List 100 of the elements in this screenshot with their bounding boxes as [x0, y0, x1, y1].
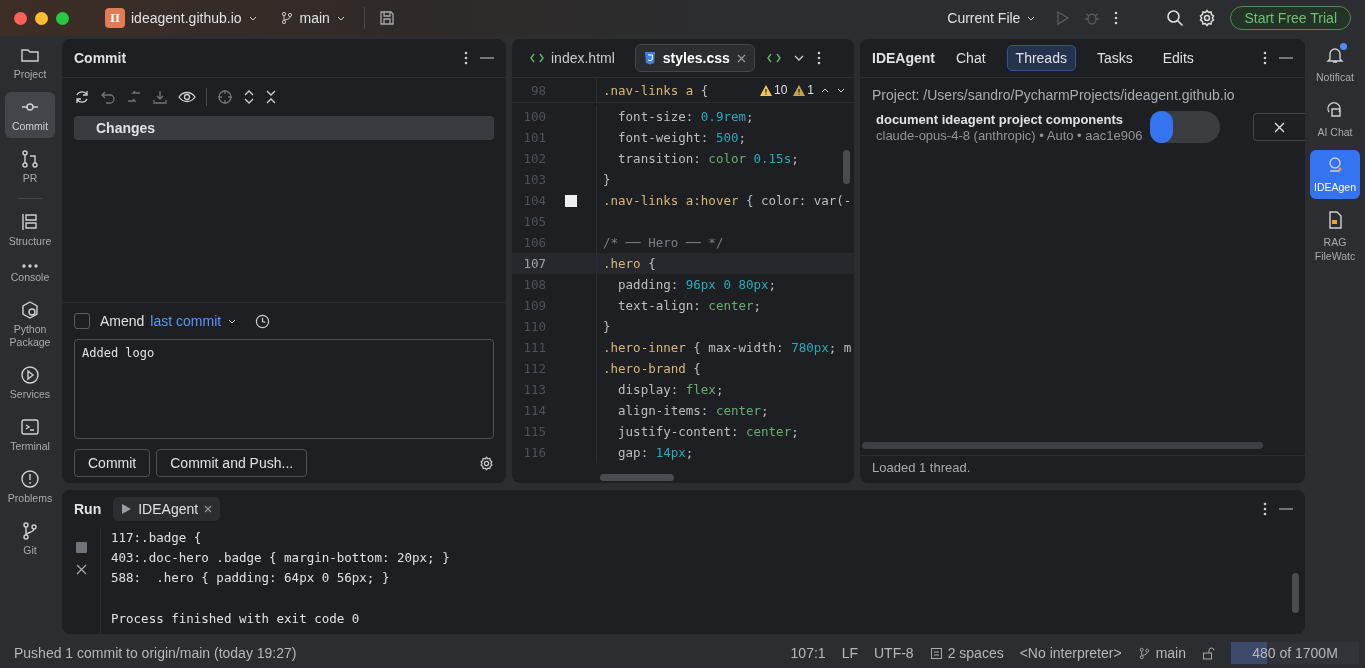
scrollbar-thumb[interactable] — [1292, 573, 1299, 613]
settings-icon[interactable] — [479, 455, 494, 471]
code-line: gap: 14px; — [617, 445, 694, 460]
interpreter-selector[interactable]: <No interpreter> — [1019, 645, 1122, 661]
tool-window-button[interactable]: Commit — [5, 92, 55, 138]
tool-window-button[interactable]: IDEAgen — [1310, 150, 1360, 199]
code-icon[interactable] — [766, 52, 781, 64]
tool-window-button[interactable]: PR — [5, 144, 55, 190]
pull-request-icon — [20, 149, 40, 169]
stop-icon[interactable] — [75, 542, 87, 553]
minimize-button[interactable] — [35, 11, 48, 25]
scrollbar-thumb[interactable] — [600, 474, 674, 481]
run-configuration-selector[interactable]: Current File — [943, 6, 1041, 30]
clock-icon[interactable] — [255, 313, 271, 329]
more-icon[interactable] — [464, 51, 468, 65]
tool-window-button[interactable]: RAG FileWatc — [1310, 205, 1360, 268]
commit-button[interactable]: Commit and Push... — [156, 449, 308, 477]
panel-tab[interactable]: Chat — [947, 45, 995, 71]
warning-count[interactable]: 10 — [759, 83, 788, 97]
code-line: /* ── Hero ── */ — [602, 235, 724, 250]
branch-widget[interactable]: main — [1137, 645, 1186, 661]
editor-tab[interactable]: styles.css — [634, 44, 755, 72]
code-line: align-items: center; — [617, 403, 769, 418]
arrows-icon[interactable] — [126, 89, 142, 105]
tool-window-button[interactable]: Problems — [5, 464, 55, 510]
warning-count[interactable]: 1 — [793, 83, 814, 97]
panel-tab[interactable]: Tasks — [1087, 45, 1142, 71]
more-icon[interactable] — [1263, 51, 1267, 65]
project-selector[interactable]: II ideagent.github.io — [101, 4, 262, 32]
run-tab[interactable]: IDEAgent — [113, 497, 221, 521]
services-icon — [20, 365, 40, 385]
color-swatch-icon[interactable] — [565, 194, 577, 207]
expand-icon[interactable] — [243, 89, 255, 105]
code-line: display: flex; — [617, 382, 724, 397]
console-output-line: 117:.badge { — [111, 529, 203, 547]
code-line: } — [602, 319, 611, 334]
lock-icon[interactable] — [1202, 646, 1215, 660]
refresh-icon[interactable] — [74, 89, 90, 105]
crosshair-icon[interactable] — [217, 89, 233, 105]
package-icon — [20, 300, 40, 320]
commit-message-field[interactable]: Added logo — [74, 339, 494, 439]
tool-window-button[interactable]: Console — [5, 259, 55, 289]
tool-window-button[interactable]: AI Chat — [1310, 95, 1360, 144]
tool-window-button[interactable]: Python Package — [5, 295, 55, 354]
close-icon[interactable] — [75, 564, 87, 575]
code-line: } — [602, 172, 611, 187]
branch-icon — [279, 11, 294, 25]
close-icon[interactable] — [736, 53, 746, 63]
scrollbar-thumb[interactable] — [843, 150, 850, 184]
scrollbar-thumb[interactable] — [862, 442, 1263, 449]
panel-tab[interactable]: Edits — [1153, 45, 1203, 71]
code-line: .nav-links a { — [602, 82, 709, 98]
close-icon[interactable] — [204, 505, 213, 513]
code-icon — [530, 52, 544, 64]
tool-window-button[interactable]: Notificat — [1310, 40, 1360, 89]
amend-label: Amend — [100, 313, 145, 329]
code-line: font-size: 0.9rem; — [617, 109, 754, 124]
play-icon — [121, 503, 133, 515]
panel-title: IDEAgent — [872, 50, 935, 66]
more-icon[interactable] — [1114, 11, 1119, 25]
file-encoding[interactable]: UTF-8 — [873, 645, 914, 661]
settings-icon[interactable] — [1198, 9, 1217, 27]
tool-window-button[interactable]: Git — [5, 516, 55, 562]
editor-tab[interactable]: index.html — [522, 45, 623, 71]
panel-tab[interactable]: Threads — [1006, 45, 1076, 71]
terminal-icon — [20, 417, 40, 437]
close-button[interactable] — [1253, 113, 1305, 141]
start-free-trial-button[interactable]: Start Free Trial — [1230, 6, 1351, 30]
changes-group-row[interactable]: Changes — [74, 116, 494, 140]
last-commit-link[interactable]: last commit — [150, 313, 222, 329]
amend-checkbox[interactable] — [74, 313, 90, 329]
more-icon[interactable] — [1263, 502, 1267, 516]
tool-window-button[interactable]: Terminal — [5, 412, 55, 458]
branch-selector[interactable]: main — [275, 6, 350, 30]
indent-setting[interactable]: 2 spaces — [929, 645, 1004, 661]
close-icon — [1274, 121, 1285, 133]
tool-window-button[interactable]: Services — [5, 360, 55, 406]
thread-details: claude-opus-4-8 (anthropic) • Auto • aac1e906 — [876, 127, 1143, 143]
download-icon[interactable] — [152, 89, 168, 105]
collapse-icon[interactable] — [265, 89, 277, 105]
commit-button[interactable]: Commit — [74, 449, 151, 477]
close-window-button[interactable] — [14, 11, 27, 25]
tool-window-button[interactable]: Structure — [5, 207, 55, 253]
console-output-line: 403:.doc-hero .badge { margin-bottom: 20px; } — [111, 549, 451, 567]
cursor-position[interactable]: 107:1 — [790, 645, 826, 661]
save-icon[interactable] — [378, 10, 395, 26]
console-output-line: Process finished with exit code 0 — [111, 610, 361, 628]
search-icon[interactable] — [1166, 9, 1185, 27]
thread-title[interactable]: document ideagent project components — [876, 111, 1143, 127]
css-file-icon — [643, 51, 656, 65]
eye-icon[interactable] — [178, 89, 196, 105]
tool-window-button[interactable]: Project — [5, 40, 55, 86]
indent-icon — [929, 646, 943, 660]
undo-icon[interactable] — [100, 89, 116, 105]
code-line: text-align: center; — [617, 298, 762, 313]
memory-indicator[interactable]: 480 of 1700M — [1231, 642, 1359, 664]
more-icon[interactable] — [816, 51, 821, 65]
code-line: .hero { — [602, 256, 656, 271]
line-separator[interactable]: LF — [841, 645, 858, 661]
maximize-button[interactable] — [56, 11, 69, 25]
